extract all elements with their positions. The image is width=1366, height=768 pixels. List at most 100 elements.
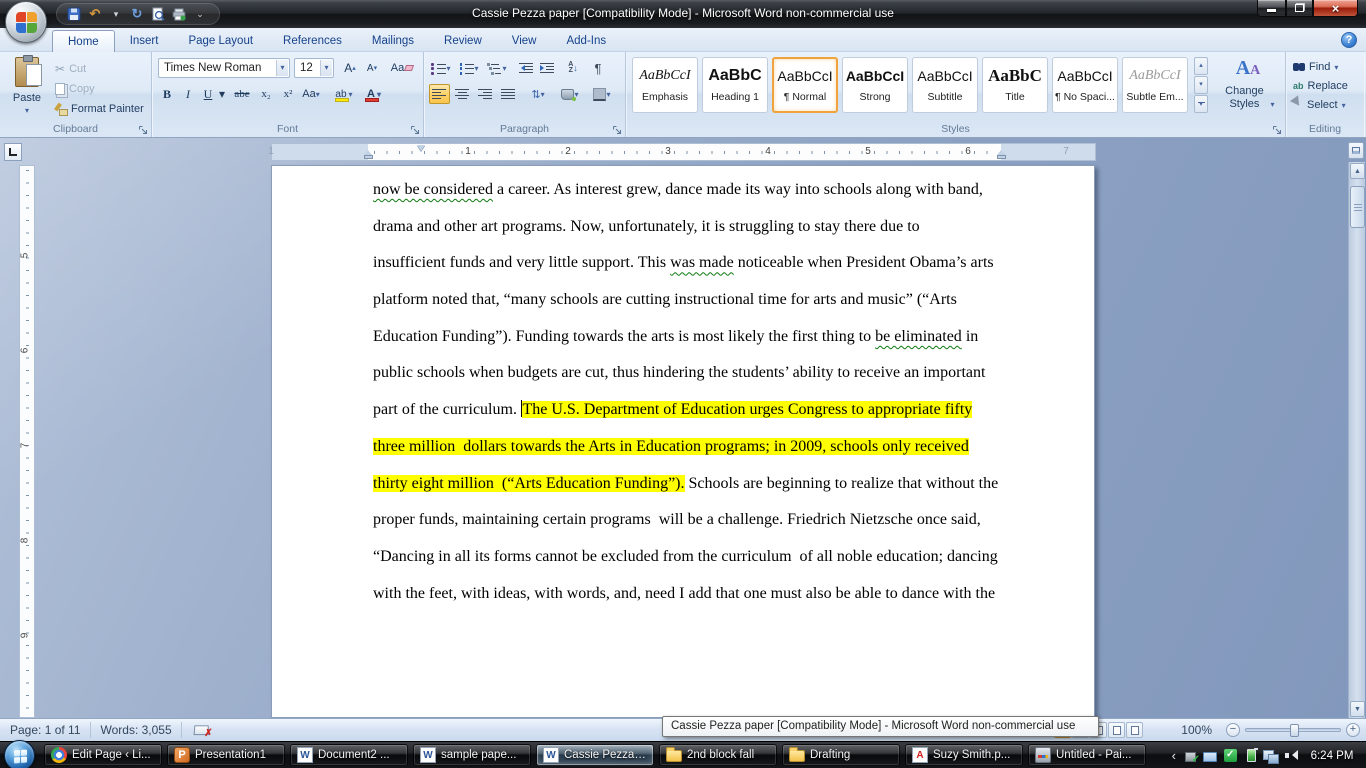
network-icon[interactable] bbox=[1263, 750, 1278, 762]
style-subtitle[interactable]: AaBbCcISubtitle bbox=[912, 57, 978, 113]
find-button[interactable]: Find▾ bbox=[1293, 59, 1338, 75]
shading-button[interactable]: ▾ bbox=[556, 84, 584, 104]
horizontal-ruler[interactable]: 11234567 bbox=[271, 143, 1096, 161]
undo-dropdown-icon[interactable]: ▾ bbox=[107, 5, 125, 23]
taskbar-button-presentation1[interactable]: Presentation1 bbox=[167, 744, 285, 766]
scroll-down-icon[interactable]: ▼ bbox=[1350, 701, 1365, 717]
styles-more-icon[interactable]: ▾ bbox=[1194, 95, 1208, 113]
cut-button[interactable]: ✂ Cut bbox=[55, 60, 86, 77]
print-preview-icon[interactable] bbox=[149, 5, 167, 23]
replace-button[interactable]: ab Replace bbox=[1293, 78, 1348, 94]
align-center-button[interactable] bbox=[452, 84, 473, 104]
italic-button[interactable]: I bbox=[179, 84, 197, 104]
vertical-scrollbar[interactable]: ▲ ▼ bbox=[1348, 162, 1365, 718]
zoom-level[interactable]: 100% bbox=[1181, 723, 1212, 737]
minimize-button[interactable] bbox=[1257, 0, 1286, 17]
change-case-button[interactable]: Aa▾ bbox=[300, 84, 322, 104]
tab-home[interactable]: Home bbox=[52, 30, 115, 52]
tab-review[interactable]: Review bbox=[429, 30, 497, 52]
office-button[interactable] bbox=[5, 1, 47, 43]
taskbar-button-edit-page-li[interactable]: Edit Page ‹ Li... bbox=[44, 744, 162, 766]
clock[interactable]: 6:24 PM bbox=[1306, 750, 1358, 762]
decrease-indent-button[interactable] bbox=[516, 58, 536, 78]
superscript-button[interactable]: x² bbox=[278, 84, 298, 104]
bold-button[interactable]: B bbox=[157, 84, 177, 104]
taskbar-button-document2[interactable]: Document2 ... bbox=[290, 744, 408, 766]
paragraph-dialog-launcher[interactable] bbox=[612, 123, 623, 134]
font-name-select[interactable]: Times New Roman ▾ bbox=[158, 58, 290, 78]
volume-icon[interactable] bbox=[1285, 749, 1299, 762]
style-normal[interactable]: AaBbCcI¶ Normal bbox=[772, 57, 838, 113]
format-painter-button[interactable]: Format Painter bbox=[55, 100, 144, 117]
ruler-toggle-button[interactable] bbox=[1348, 142, 1364, 159]
grow-font-button[interactable]: A▴ bbox=[340, 58, 360, 78]
align-left-button[interactable] bbox=[429, 84, 450, 104]
outline-view-button[interactable] bbox=[1108, 722, 1125, 738]
safely-remove-hardware-icon[interactable] bbox=[1185, 752, 1196, 762]
paste-button[interactable]: Paste ▾ bbox=[5, 55, 49, 127]
taskbar-button-untitled-pai[interactable]: Untitled - Pai... bbox=[1028, 744, 1146, 766]
clipboard-dialog-launcher[interactable] bbox=[138, 123, 149, 134]
save-icon[interactable] bbox=[65, 5, 83, 23]
styles-dialog-launcher[interactable] bbox=[1272, 123, 1283, 134]
font-dialog-launcher[interactable] bbox=[410, 123, 421, 134]
clear-formatting-button[interactable]: Aa bbox=[388, 58, 416, 78]
tab-mailings[interactable]: Mailings bbox=[357, 30, 429, 52]
scrollbar-thumb[interactable] bbox=[1350, 186, 1365, 228]
taskbar-button-drafting[interactable]: Drafting bbox=[782, 744, 900, 766]
line-spacing-button[interactable]: ⇅▾ bbox=[524, 84, 552, 104]
show-hide-pilcrow-button[interactable]: ¶ bbox=[588, 58, 608, 78]
justify-button[interactable] bbox=[498, 84, 519, 104]
battery-icon[interactable] bbox=[1247, 749, 1256, 762]
style-strong[interactable]: AaBbCcIStrong bbox=[842, 57, 908, 113]
quick-print-icon[interactable] bbox=[170, 5, 188, 23]
bullets-button[interactable]: ▾ bbox=[429, 58, 453, 78]
tab-insert[interactable]: Insert bbox=[115, 30, 174, 52]
right-indent-marker[interactable] bbox=[997, 150, 1006, 159]
subscript-button[interactable]: x₂ bbox=[256, 84, 276, 104]
style-no-spaci[interactable]: AaBbCcI¶ No Spaci... bbox=[1052, 57, 1118, 113]
styles-scroll-up-icon[interactable]: ▴ bbox=[1194, 57, 1208, 75]
taskbar-button-suzy-smith-p[interactable]: Suzy Smith.p... bbox=[905, 744, 1023, 766]
customize-qat-icon[interactable]: ⌄ bbox=[191, 5, 209, 23]
document-page[interactable]: now be considered a career. As interest … bbox=[271, 165, 1095, 718]
display-settings-icon[interactable] bbox=[1203, 752, 1217, 762]
style-heading-1[interactable]: AaBbCHeading 1 bbox=[702, 57, 768, 113]
undo-icon[interactable]: ↶ bbox=[86, 5, 104, 23]
style-subtle-em[interactable]: AaBbCcISubtle Em... bbox=[1122, 57, 1188, 113]
close-button[interactable]: × bbox=[1313, 0, 1358, 17]
redo-icon[interactable]: ↻ bbox=[128, 5, 146, 23]
zoom-in-button[interactable]: + bbox=[1346, 723, 1360, 737]
strikethrough-button[interactable]: abe bbox=[230, 84, 254, 104]
select-button[interactable]: Select▾ bbox=[1293, 97, 1346, 113]
left-indent-marker[interactable] bbox=[364, 150, 373, 159]
increase-indent-button[interactable] bbox=[537, 58, 557, 78]
style-title[interactable]: AaBbCTitle bbox=[982, 57, 1048, 113]
taskbar-button-sample-pape[interactable]: sample pape... bbox=[413, 744, 531, 766]
underline-dropdown-icon[interactable]: ▾ bbox=[217, 84, 227, 104]
zoom-slider[interactable] bbox=[1245, 728, 1341, 732]
document-text[interactable]: now be considered a career. As interest … bbox=[373, 172, 1013, 612]
taskbar-button-cassie-pezza[interactable]: Cassie Pezza ... bbox=[536, 744, 654, 766]
help-icon[interactable]: ? bbox=[1341, 32, 1357, 48]
first-line-indent-marker[interactable] bbox=[417, 145, 425, 155]
multilevel-list-button[interactable]: ▾ bbox=[485, 58, 509, 78]
change-styles-button[interactable]: AA Change Styles ▾ bbox=[1216, 56, 1280, 130]
tab-references[interactable]: References bbox=[268, 30, 357, 52]
align-right-button[interactable] bbox=[475, 84, 496, 104]
tab-view[interactable]: View bbox=[497, 30, 552, 52]
copy-button[interactable]: Copy bbox=[55, 80, 95, 97]
style-emphasis[interactable]: AaBbCcIEmphasis bbox=[632, 57, 698, 113]
zoom-out-button[interactable]: − bbox=[1226, 723, 1240, 737]
word-count[interactable]: Words: 3,055 bbox=[91, 722, 182, 738]
scroll-up-icon[interactable]: ▲ bbox=[1350, 163, 1365, 179]
sort-button[interactable]: AZ↓ bbox=[563, 58, 583, 78]
text-highlight-button[interactable]: ab▾ bbox=[332, 84, 356, 104]
tab-add-ins[interactable]: Add-Ins bbox=[551, 30, 621, 52]
font-color-button[interactable]: A▾ bbox=[362, 84, 386, 104]
tab-page-layout[interactable]: Page Layout bbox=[173, 30, 268, 52]
font-size-select[interactable]: 12 ▾ bbox=[294, 58, 334, 78]
tab-stop-selector[interactable] bbox=[4, 143, 22, 161]
numbering-button[interactable]: ▾ bbox=[457, 58, 481, 78]
font-name-dropdown-icon[interactable]: ▾ bbox=[276, 60, 288, 76]
